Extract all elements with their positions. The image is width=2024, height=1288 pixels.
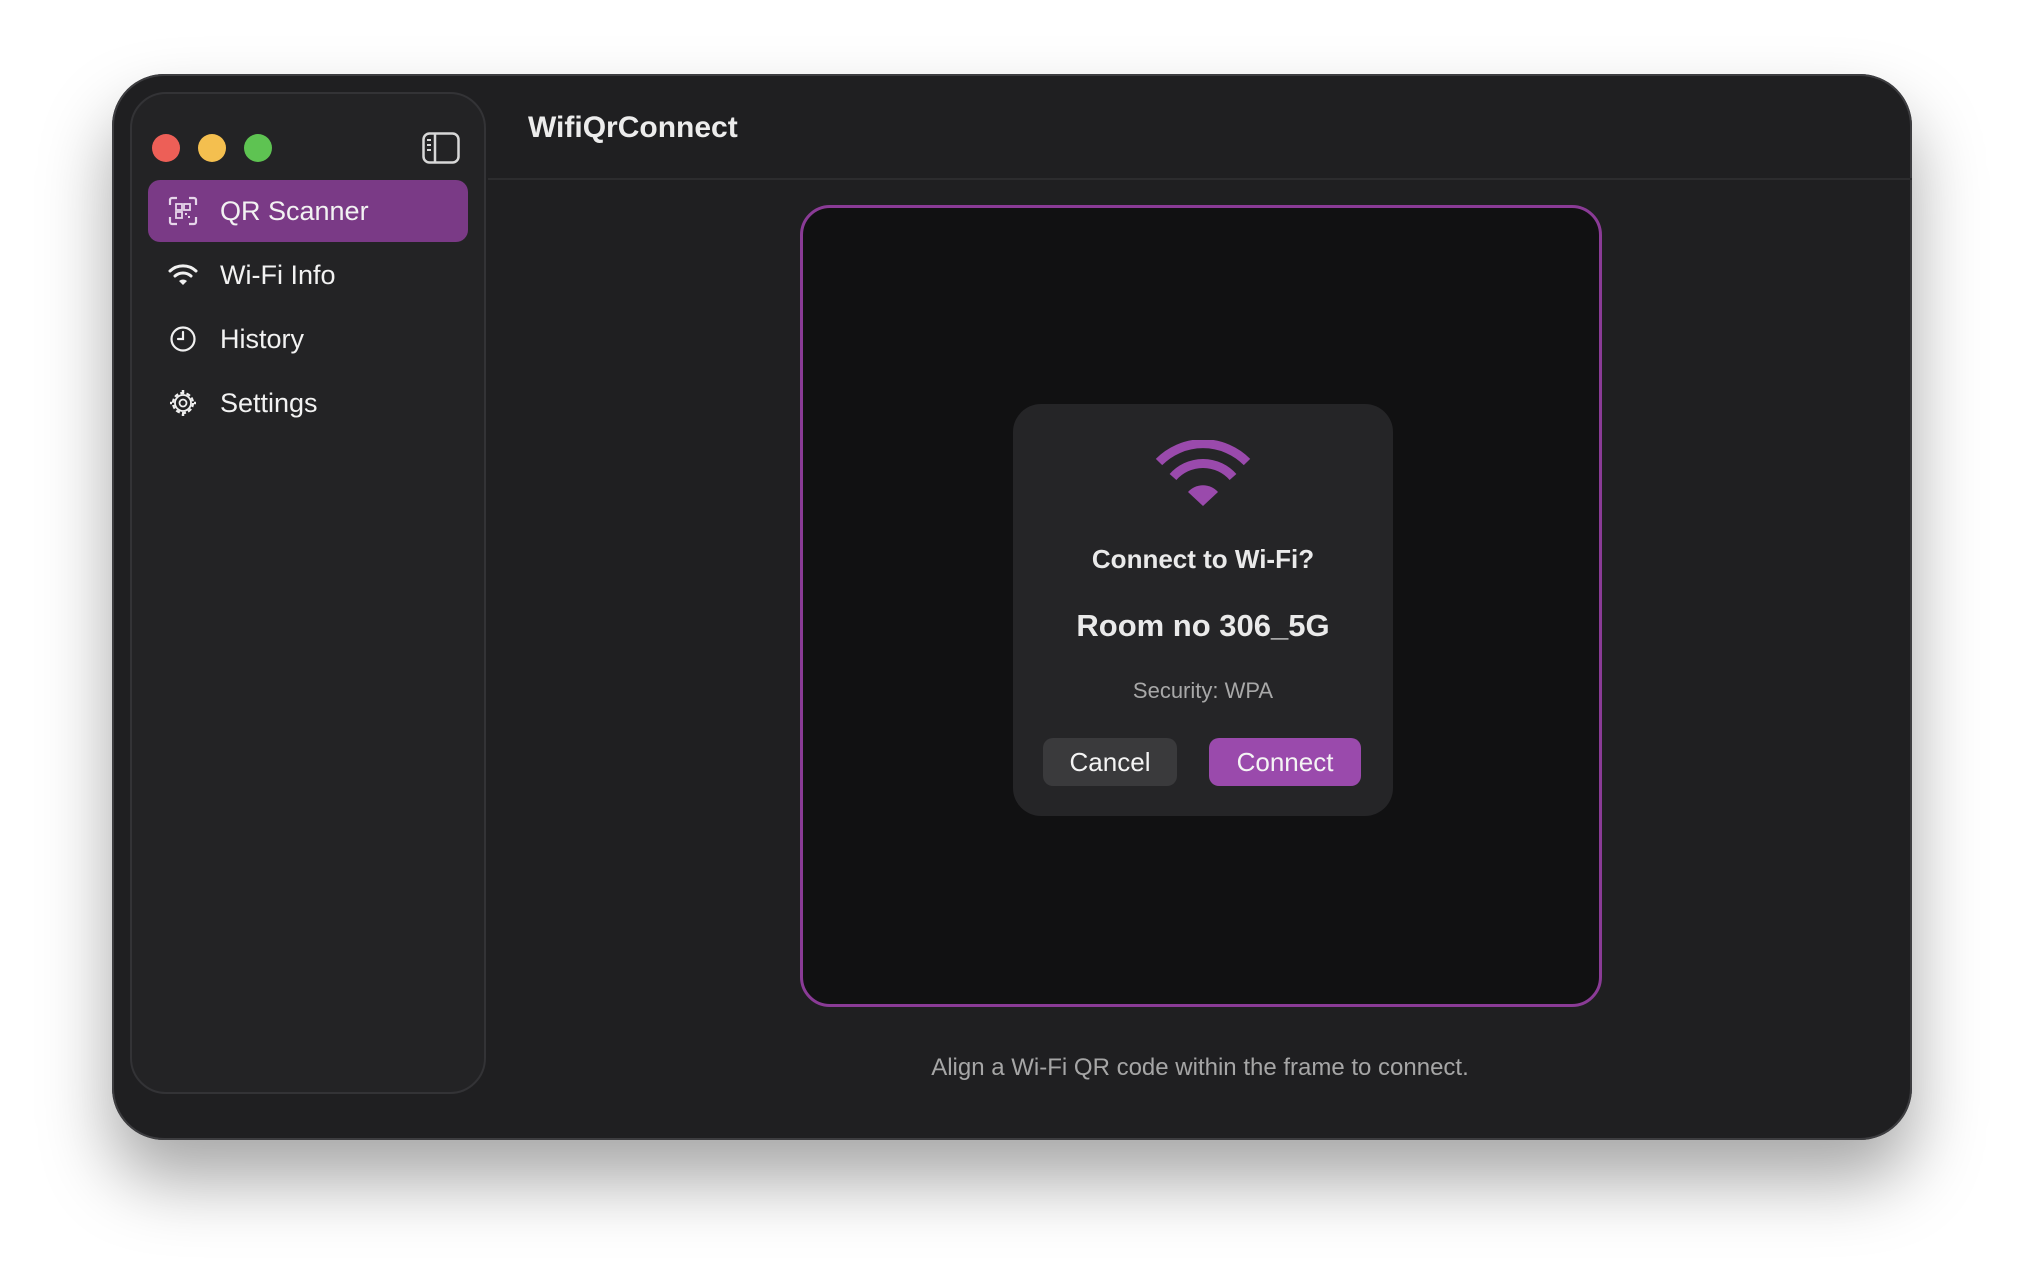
sidebar-item-label: Settings	[220, 388, 318, 418]
close-window-button[interactable]	[152, 134, 180, 162]
wifi-icon	[1155, 440, 1251, 506]
cancel-button[interactable]: Cancel	[1043, 738, 1177, 786]
sidebar-item-qr-scanner[interactable]: QR Scanner	[148, 180, 468, 242]
sidebar-item-settings[interactable]: Settings	[148, 372, 468, 434]
window-title: WifiQrConnect	[528, 111, 738, 144]
clock-icon	[170, 326, 196, 352]
qr-scanner-frame: Connect to Wi-Fi? Room no 306_5G Securit…	[800, 205, 1602, 1007]
sidebar-item-label: Wi-Fi Info	[220, 260, 336, 290]
zoom-window-button[interactable]	[244, 134, 272, 162]
sidebar-item-label: History	[220, 324, 305, 354]
sidebar-toggle-icon[interactable]	[422, 132, 460, 164]
wifi-icon	[168, 264, 198, 285]
sidebar: QR Scanner Wi-Fi Info History Settings	[130, 92, 486, 1094]
sidebar-item-wifi-info[interactable]: Wi-Fi Info	[148, 244, 468, 306]
minimize-window-button[interactable]	[198, 134, 226, 162]
network-ssid: Room no 306_5G	[1076, 608, 1330, 643]
connect-button[interactable]: Connect	[1209, 738, 1361, 786]
toolbar-divider	[488, 178, 1912, 180]
qr-scan-icon	[168, 196, 198, 226]
app-window: QR Scanner Wi-Fi Info History Settings W…	[112, 74, 1912, 1140]
sidebar-nav: QR Scanner Wi-Fi Info History Settings	[148, 180, 468, 436]
gear-icon	[170, 390, 196, 416]
sidebar-item-history[interactable]: History	[148, 308, 468, 370]
scanner-hint: Align a Wi-Fi QR code within the frame t…	[931, 1054, 1469, 1081]
sidebar-item-label: QR Scanner	[220, 196, 369, 226]
security-type: Security: WPA	[1132, 678, 1274, 703]
connect-dialog: Connect to Wi-Fi? Room no 306_5G Securit…	[1013, 404, 1393, 816]
dialog-title: Connect to Wi-Fi?	[1091, 544, 1315, 574]
